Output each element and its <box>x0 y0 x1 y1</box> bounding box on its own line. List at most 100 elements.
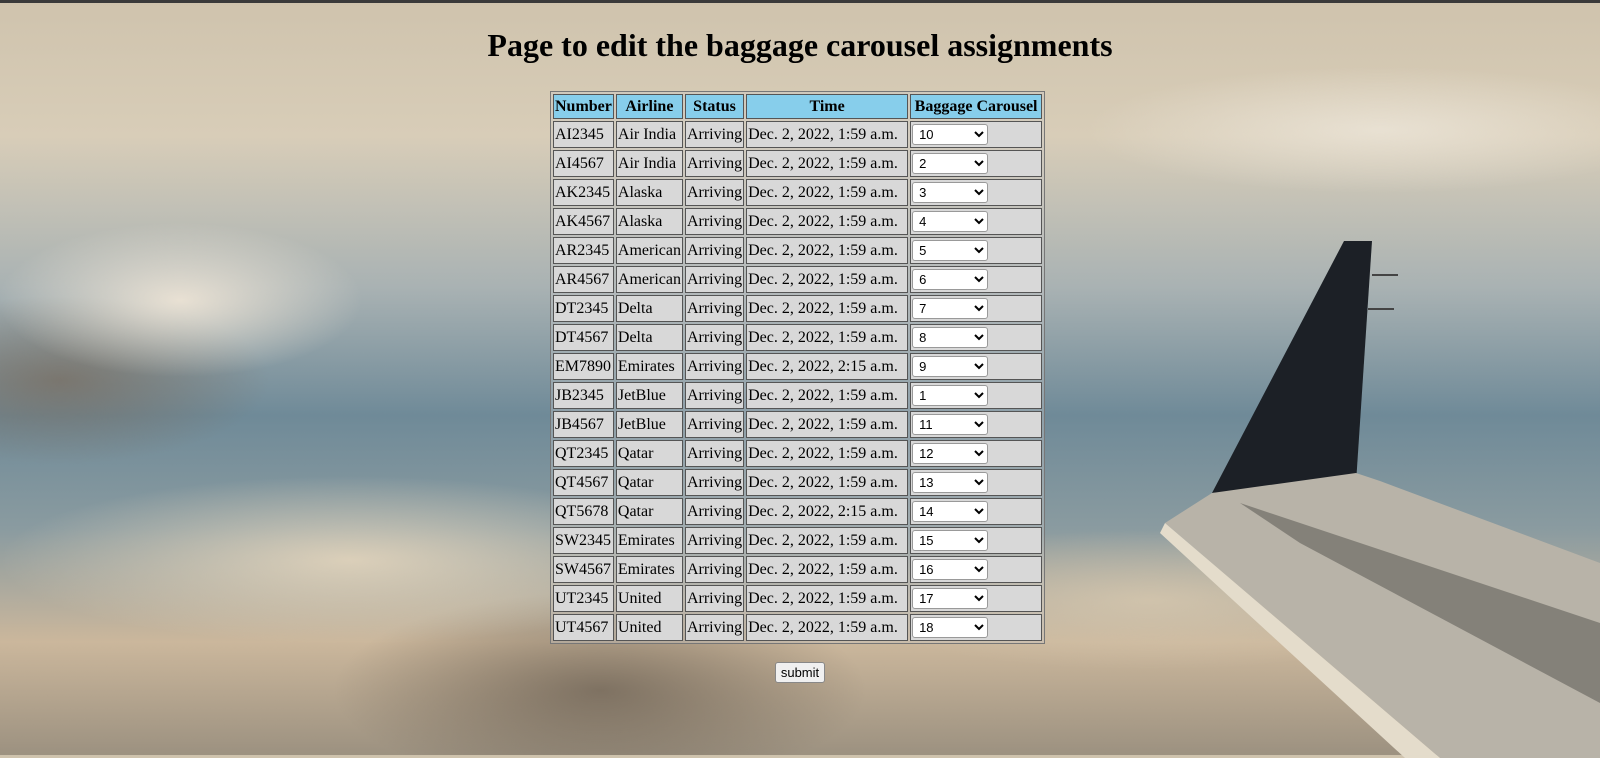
column-header-time: Time <box>746 94 909 119</box>
arrival-time: Dec. 2, 2022, 1:59 a.m. <box>746 266 909 293</box>
arrival-time: Dec. 2, 2022, 1:59 a.m. <box>746 150 909 177</box>
arrival-time: Dec. 2, 2022, 1:59 a.m. <box>746 411 909 438</box>
carousel-select[interactable]: 6 <box>912 269 989 290</box>
table-row: QT5678 Qatar Arriving Dec. 2, 2022, 2:15… <box>553 498 1043 525</box>
carousel-select[interactable]: 10 <box>912 124 989 145</box>
airline: Qatar <box>615 498 683 525</box>
flight-number: QT4567 <box>553 469 614 496</box>
flight-number: DT2345 <box>553 295 614 322</box>
status: Arriving <box>684 614 745 641</box>
carousel-select[interactable]: 11 <box>912 414 989 435</box>
status: Arriving <box>684 469 745 496</box>
flight-number: AR2345 <box>553 237 614 264</box>
status: Arriving <box>684 382 745 409</box>
table-row: JB2345 JetBlue Arriving Dec. 2, 2022, 1:… <box>553 382 1043 409</box>
table-row: QT4567 Qatar Arriving Dec. 2, 2022, 1:59… <box>553 469 1043 496</box>
column-header-baggage-carousel: Baggage Carousel <box>910 94 1043 119</box>
carousel-select[interactable]: 3 <box>912 182 989 203</box>
status: Arriving <box>684 527 745 554</box>
carousel-select[interactable]: 17 <box>912 588 989 609</box>
carousel-select[interactable]: 7 <box>912 298 989 319</box>
flight-number: AI4567 <box>553 150 614 177</box>
flight-number: AK2345 <box>553 179 614 206</box>
submit-container: submit <box>0 662 1600 683</box>
airline: JetBlue <box>615 411 683 438</box>
carousel-cell: 4 <box>910 208 1043 235</box>
carousel-select[interactable]: 5 <box>912 240 989 261</box>
table-row: AI2345 Air India Arriving Dec. 2, 2022, … <box>553 121 1043 148</box>
carousel-select[interactable]: 4 <box>912 211 989 232</box>
carousel-select[interactable]: 16 <box>912 559 989 580</box>
carousel-select[interactable]: 2 <box>912 153 989 174</box>
table-row: DT2345 Delta Arriving Dec. 2, 2022, 1:59… <box>553 295 1043 322</box>
table-row: UT2345 United Arriving Dec. 2, 2022, 1:5… <box>553 585 1043 612</box>
status: Arriving <box>684 353 745 380</box>
status: Arriving <box>684 266 745 293</box>
carousel-cell: 12 <box>910 440 1043 467</box>
status: Arriving <box>684 324 745 351</box>
carousel-cell: 16 <box>910 556 1043 583</box>
airline: Delta <box>615 295 683 322</box>
carousel-cell: 14 <box>910 498 1043 525</box>
carousel-select[interactable]: 14 <box>912 501 989 522</box>
table-row: QT2345 Qatar Arriving Dec. 2, 2022, 1:59… <box>553 440 1043 467</box>
arrival-time: Dec. 2, 2022, 1:59 a.m. <box>746 208 909 235</box>
carousel-cell: 18 <box>910 614 1043 641</box>
carousel-cell: 5 <box>910 237 1043 264</box>
carousel-select[interactable]: 12 <box>912 443 989 464</box>
carousel-cell: 9 <box>910 353 1043 380</box>
arrival-time: Dec. 2, 2022, 1:59 a.m. <box>746 469 909 496</box>
airline: Emirates <box>615 353 683 380</box>
carousel-select[interactable]: 8 <box>912 327 989 348</box>
status: Arriving <box>684 179 745 206</box>
airline: Alaska <box>615 208 683 235</box>
carousel-cell: 2 <box>910 150 1043 177</box>
carousel-cell: 15 <box>910 527 1043 554</box>
table-row: EM7890 Emirates Arriving Dec. 2, 2022, 2… <box>553 353 1043 380</box>
airline: American <box>615 237 683 264</box>
airline: Emirates <box>615 556 683 583</box>
carousel-cell: 10 <box>910 121 1043 148</box>
column-header-status: Status <box>684 94 745 119</box>
carousel-select[interactable]: 9 <box>912 356 989 377</box>
table-row: UT4567 United Arriving Dec. 2, 2022, 1:5… <box>553 614 1043 641</box>
flight-number: AK4567 <box>553 208 614 235</box>
flight-number: JB2345 <box>553 382 614 409</box>
airline: American <box>615 266 683 293</box>
carousel-cell: 13 <box>910 469 1043 496</box>
table-row: AI4567 Air India Arriving Dec. 2, 2022, … <box>553 150 1043 177</box>
status: Arriving <box>684 121 745 148</box>
airline: United <box>615 585 683 612</box>
table-row: AR2345 American Arriving Dec. 2, 2022, 1… <box>553 237 1043 264</box>
carousel-cell: 6 <box>910 266 1043 293</box>
arrival-time: Dec. 2, 2022, 1:59 a.m. <box>746 382 909 409</box>
flight-number: UT4567 <box>553 614 614 641</box>
flight-number: UT2345 <box>553 585 614 612</box>
flight-number: JB4567 <box>553 411 614 438</box>
submit-button[interactable]: submit <box>774 662 826 683</box>
arrival-time: Dec. 2, 2022, 1:59 a.m. <box>746 585 909 612</box>
carousel-cell: 7 <box>910 295 1043 322</box>
arrival-time: Dec. 2, 2022, 2:15 a.m. <box>746 353 909 380</box>
column-header-number: Number <box>553 94 614 119</box>
flight-number: SW2345 <box>553 527 614 554</box>
flight-number: AR4567 <box>553 266 614 293</box>
carousel-select[interactable]: 18 <box>912 617 989 638</box>
flight-number: EM7890 <box>553 353 614 380</box>
arrival-time: Dec. 2, 2022, 1:59 a.m. <box>746 527 909 554</box>
status: Arriving <box>684 150 745 177</box>
arrival-time: Dec. 2, 2022, 1:59 a.m. <box>746 121 909 148</box>
status: Arriving <box>684 237 745 264</box>
table-row: DT4567 Delta Arriving Dec. 2, 2022, 1:59… <box>553 324 1043 351</box>
status: Arriving <box>684 498 745 525</box>
flight-number: AI2345 <box>553 121 614 148</box>
carousel-select[interactable]: 1 <box>912 385 989 406</box>
status: Arriving <box>684 411 745 438</box>
carousel-select[interactable]: 15 <box>912 530 989 551</box>
status: Arriving <box>684 208 745 235</box>
flights-table: Number Airline Status Time Baggage Carou… <box>550 91 1046 644</box>
arrival-time: Dec. 2, 2022, 1:59 a.m. <box>746 440 909 467</box>
carousel-select[interactable]: 13 <box>912 472 989 493</box>
column-header-airline: Airline <box>615 94 683 119</box>
arrival-time: Dec. 2, 2022, 1:59 a.m. <box>746 237 909 264</box>
